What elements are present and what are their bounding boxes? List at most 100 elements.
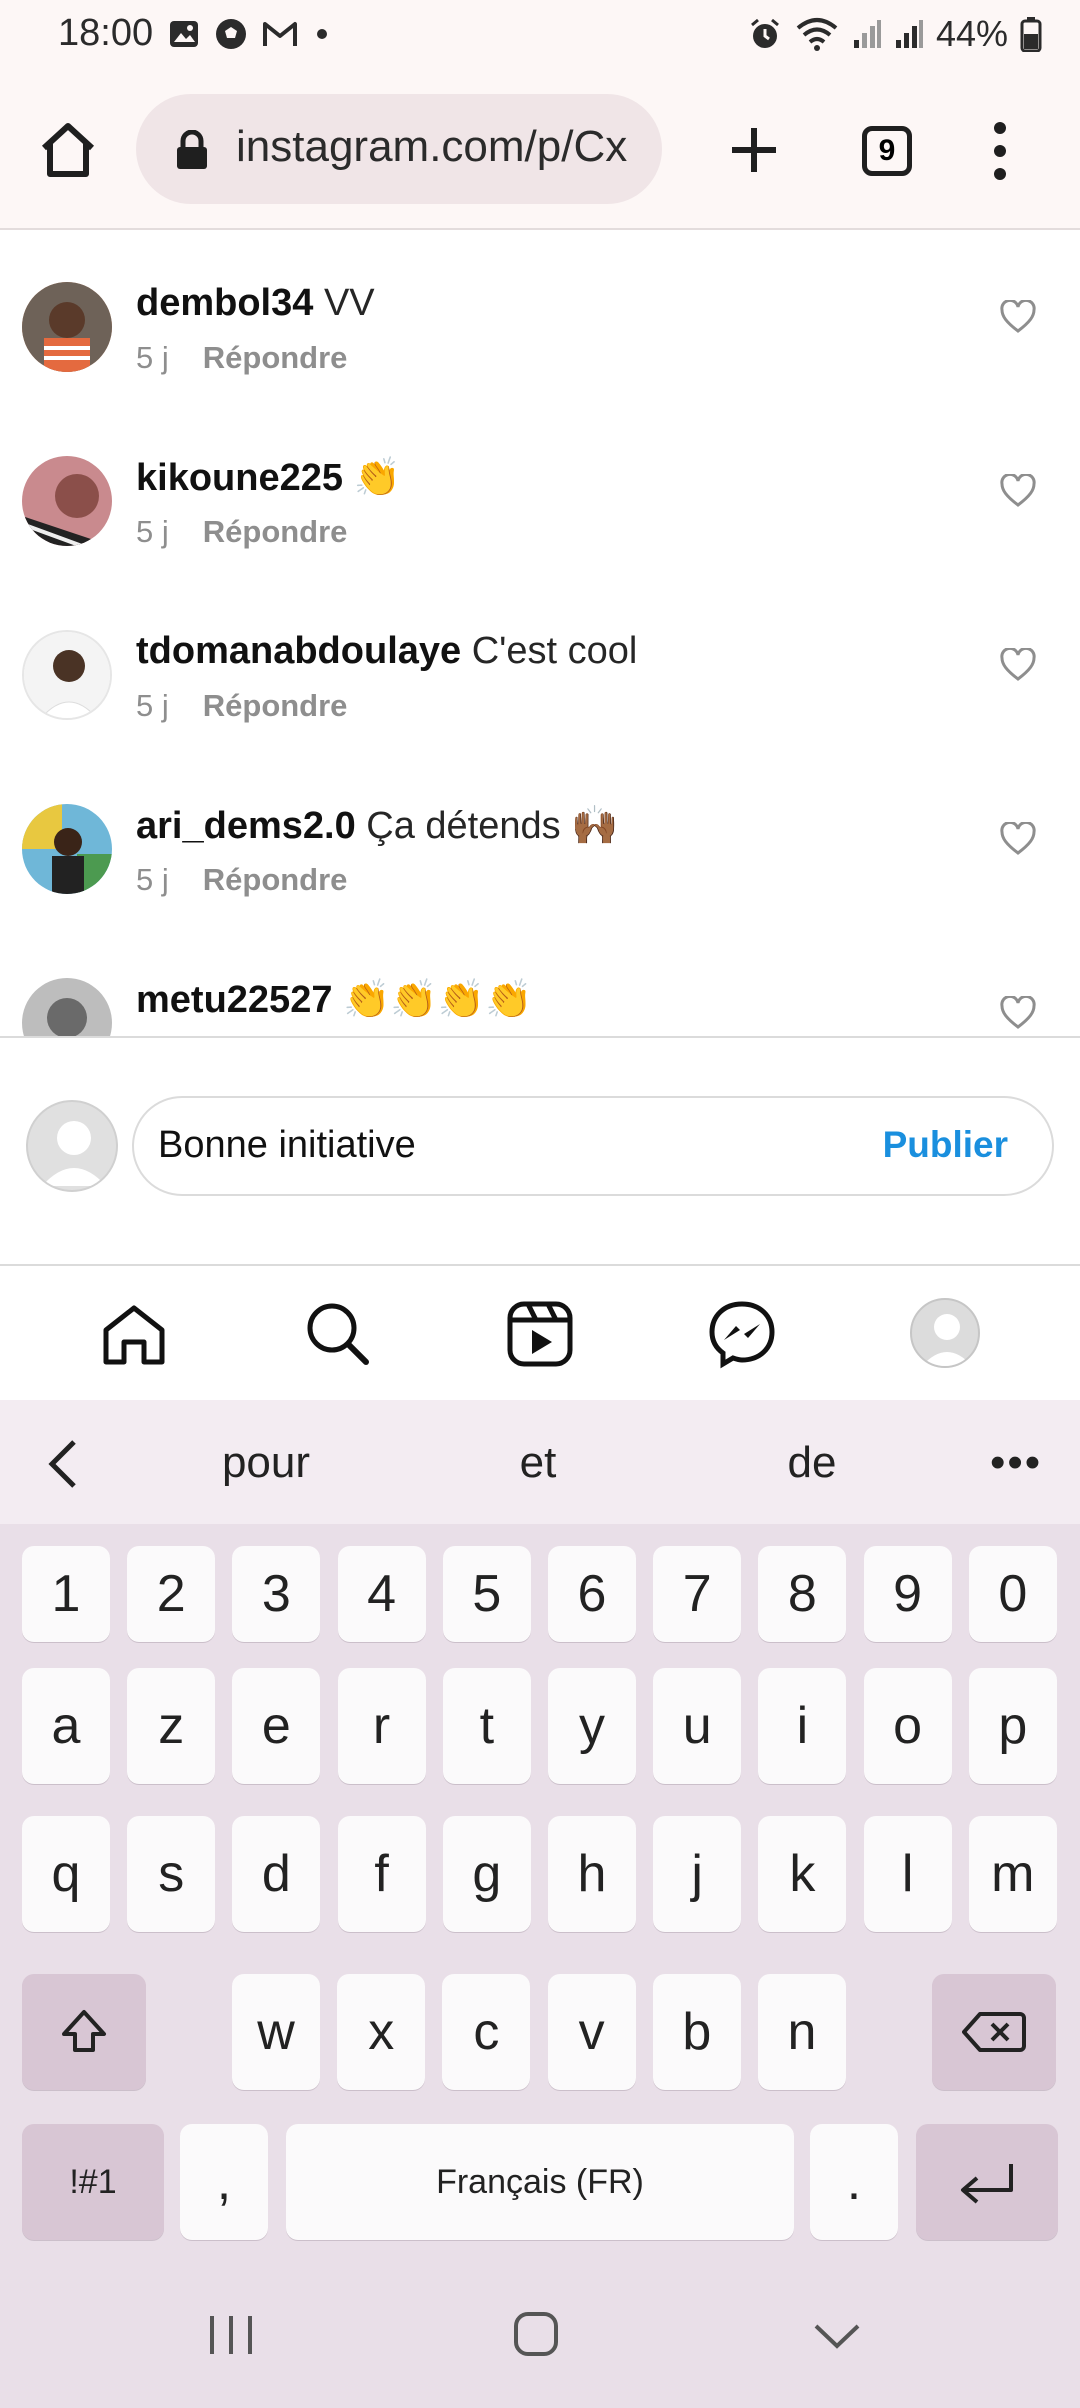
reply-button[interactable]: Répondre <box>203 688 348 723</box>
key-b[interactable]: b <box>652 1974 741 2090</box>
key-z[interactable]: z <box>127 1668 216 1784</box>
key-v[interactable]: v <box>547 1974 636 2090</box>
new-tab-plus-icon[interactable] <box>722 118 786 182</box>
key-6[interactable]: 6 <box>548 1546 636 1642</box>
suggestion-3[interactable]: de <box>712 1438 912 1488</box>
key-8[interactable]: 8 <box>758 1546 847 1642</box>
comment-body: tdomanabdoulaye C'est cool <box>136 630 637 673</box>
comment-list: dembol34 VV 5 j Répondre kikoune225 👏 5 j… <box>0 232 1080 1037</box>
search-icon[interactable] <box>302 1298 374 1370</box>
comment-username[interactable]: ari_dems2.0 <box>136 805 356 847</box>
comment-username[interactable]: tdomanabdoulaye <box>136 630 461 672</box>
key-r[interactable]: r <box>337 1668 426 1784</box>
key-q[interactable]: q <box>22 1816 110 1932</box>
key-4[interactable]: 4 <box>337 1546 426 1642</box>
reply-button[interactable]: Répondre <box>203 340 348 375</box>
key-u[interactable]: u <box>653 1668 742 1784</box>
key-p[interactable]: p <box>968 1668 1057 1784</box>
reels-icon[interactable] <box>504 1298 576 1370</box>
more-suggestions-icon[interactable]: ••• <box>990 1438 1042 1488</box>
comment-username[interactable]: metu22527 <box>136 979 332 1021</box>
more-menu-icon[interactable] <box>980 116 1020 186</box>
key-j[interactable]: j <box>653 1816 742 1932</box>
avatar[interactable] <box>22 804 112 894</box>
home-icon[interactable] <box>98 1298 170 1370</box>
key-7[interactable]: 7 <box>653 1546 742 1642</box>
shift-key[interactable] <box>22 1974 146 2090</box>
comment-text: VV <box>323 282 375 324</box>
enter-key[interactable] <box>916 2124 1058 2240</box>
heart-icon[interactable] <box>1000 648 1036 682</box>
key-s[interactable]: s <box>127 1816 216 1932</box>
avatar[interactable] <box>22 630 112 720</box>
tab-switcher-button[interactable]: 9 <box>862 126 912 176</box>
avatar[interactable] <box>22 978 112 1037</box>
key-2[interactable]: 2 <box>127 1546 216 1642</box>
comment-username[interactable]: kikoune225 <box>136 457 343 499</box>
key-n[interactable]: n <box>758 1974 846 2090</box>
home-nav-icon[interactable] <box>512 2310 560 2358</box>
key-w[interactable]: w <box>232 1974 320 2090</box>
symbols-key[interactable]: !#1 <box>22 2124 164 2240</box>
key-a[interactable]: a <box>22 1668 110 1784</box>
key-c[interactable]: c <box>442 1974 531 2090</box>
key-5[interactable]: 5 <box>442 1546 531 1642</box>
profile-avatar-icon[interactable] <box>910 1298 980 1368</box>
space-key[interactable]: Français (FR) <box>286 2124 794 2240</box>
key-l[interactable]: l <box>863 1816 952 1932</box>
heart-icon[interactable] <box>1000 822 1036 856</box>
heart-icon[interactable] <box>1000 474 1036 508</box>
back-chevron-down-icon[interactable] <box>812 2320 862 2352</box>
key-f[interactable]: f <box>337 1816 426 1932</box>
divider <box>0 1036 1080 1038</box>
key-3[interactable]: 3 <box>232 1546 321 1642</box>
comment-username[interactable]: dembol34 <box>136 282 313 324</box>
recent-apps-icon[interactable] <box>206 2312 256 2358</box>
instagram-bottom-nav <box>0 1264 1080 1400</box>
key-k[interactable]: k <box>758 1816 847 1932</box>
comment-input[interactable] <box>158 1124 858 1167</box>
publish-button[interactable]: Publier <box>883 1124 1008 1166</box>
key-0[interactable]: 0 <box>968 1546 1057 1642</box>
url-text[interactable]: instagram.com/p/Cx <box>236 122 646 172</box>
reply-button[interactable]: Répondre <box>203 514 348 549</box>
chevron-left-icon[interactable] <box>44 1438 84 1490</box>
key-o[interactable]: o <box>863 1668 952 1784</box>
period-key[interactable]: . <box>810 2124 898 2240</box>
suggestion-bar: pour et de ••• <box>0 1400 1080 1524</box>
key-t[interactable]: t <box>442 1668 531 1784</box>
suggestion-2[interactable]: et <box>438 1438 638 1488</box>
key-x[interactable]: x <box>337 1974 426 2090</box>
key-e[interactable]: e <box>232 1668 321 1784</box>
signal-icon-1 <box>853 20 881 48</box>
avatar[interactable] <box>22 282 112 372</box>
address-bar[interactable]: instagram.com/p/Cx <box>136 94 662 204</box>
key-h[interactable]: h <box>548 1816 636 1932</box>
battery-icon <box>1020 17 1042 52</box>
comment-item: metu22527 👏👏👏👏 <box>0 978 1080 1037</box>
comma-key[interactable]: , <box>180 2124 268 2240</box>
messenger-icon[interactable] <box>706 1298 778 1370</box>
key-1[interactable]: 1 <box>22 1546 110 1642</box>
status-system-icons: 44% <box>748 10 1042 58</box>
signal-icon-2 <box>895 20 923 48</box>
key-g[interactable]: g <box>442 1816 531 1932</box>
comment-compose: Publier <box>132 1096 1054 1196</box>
heart-icon[interactable] <box>1000 300 1036 334</box>
heart-icon[interactable] <box>1000 996 1036 1030</box>
key-i[interactable]: i <box>758 1668 847 1784</box>
avatar[interactable] <box>22 456 112 546</box>
status-bar: 18:00 44% <box>0 0 1080 68</box>
reply-button[interactable]: Répondre <box>203 862 348 897</box>
key-m[interactable]: m <box>968 1816 1057 1932</box>
key-y[interactable]: y <box>548 1668 636 1784</box>
suggestion-1[interactable]: pour <box>166 1438 366 1488</box>
key-9[interactable]: 9 <box>863 1546 952 1642</box>
comment-body: metu22527 👏👏👏👏 <box>136 978 532 1022</box>
comment-meta: 5 j Répondre <box>136 514 347 550</box>
key-d[interactable]: d <box>232 1816 321 1932</box>
battery-percent: 44% <box>935 13 1008 54</box>
backspace-key[interactable] <box>932 1974 1056 2090</box>
browser-home-icon[interactable] <box>36 118 100 182</box>
comment-text: C'est cool <box>471 630 638 672</box>
